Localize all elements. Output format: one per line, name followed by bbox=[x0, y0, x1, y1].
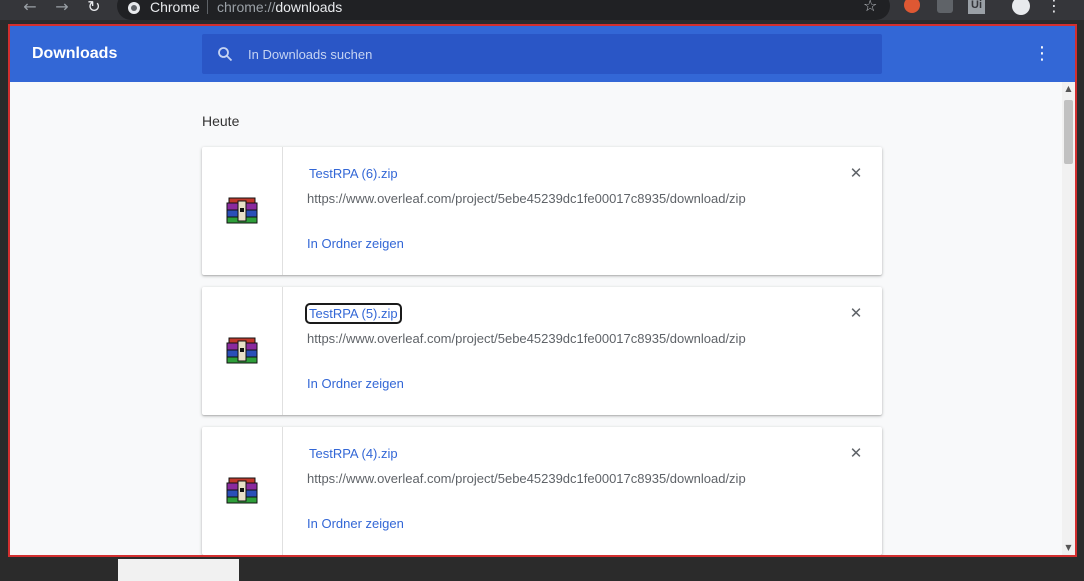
download-source-url: https://www.overleaf.com/project/5ebe452… bbox=[307, 471, 746, 486]
remove-download-close-icon[interactable]: ✕ bbox=[846, 303, 866, 323]
address-bar-app-label: Chrome bbox=[150, 0, 200, 15]
back-arrow-icon[interactable]: ← bbox=[19, 0, 41, 18]
remove-download-close-icon[interactable]: ✕ bbox=[846, 163, 866, 183]
download-source-url: https://www.overleaf.com/project/5ebe452… bbox=[307, 331, 746, 346]
vertical-scrollbar[interactable]: ▲ ▼ bbox=[1062, 82, 1075, 555]
search-box[interactable] bbox=[202, 34, 882, 74]
bookmark-star-icon[interactable]: ☆ bbox=[863, 0, 877, 15]
scrollbar-thumb[interactable] bbox=[1064, 100, 1073, 164]
address-bar-url[interactable]: chrome://downloads bbox=[217, 0, 342, 15]
file-icon-column bbox=[202, 427, 283, 555]
background-window-edge bbox=[118, 559, 239, 581]
show-in-folder-link[interactable]: In Ordner zeigen bbox=[307, 376, 404, 391]
ui-extension-icon[interactable]: Ui bbox=[968, 0, 985, 14]
duckduckgo-extension-icon[interactable] bbox=[904, 0, 920, 13]
more-options-icon[interactable]: ⋮ bbox=[1032, 42, 1052, 66]
download-item: TestRPA (6).zip https://www.overleaf.com… bbox=[202, 147, 882, 275]
address-bar-separator bbox=[207, 0, 208, 14]
reload-icon[interactable]: ↻ bbox=[83, 0, 105, 18]
url-scheme: chrome:// bbox=[217, 0, 276, 15]
url-path: downloads bbox=[275, 0, 343, 15]
profile-avatar-icon[interactable] bbox=[1012, 0, 1030, 15]
file-icon-column bbox=[202, 147, 283, 275]
remove-download-close-icon[interactable]: ✕ bbox=[846, 443, 866, 463]
downloads-page: Downloads ⋮ Heute Tes bbox=[8, 24, 1077, 557]
browser-menu-icon[interactable]: ⋮ bbox=[1046, 0, 1062, 15]
search-icon bbox=[218, 47, 233, 62]
show-in-folder-link[interactable]: In Ordner zeigen bbox=[307, 236, 404, 251]
downloads-list: Heute TestRPA (6).zip https://www.overle… bbox=[10, 82, 1075, 555]
download-item: TestRPA (5).zip https://www.overleaf.com… bbox=[202, 287, 882, 415]
search-input[interactable] bbox=[246, 34, 866, 74]
shield-extension-icon[interactable] bbox=[937, 0, 953, 13]
download-source-url: https://www.overleaf.com/project/5ebe452… bbox=[307, 191, 746, 206]
scroll-up-arrow-icon[interactable]: ▲ bbox=[1062, 82, 1075, 96]
show-in-folder-link[interactable]: In Ordner zeigen bbox=[307, 516, 404, 531]
forward-arrow-icon[interactable]: → bbox=[51, 0, 73, 18]
address-bar[interactable]: Chrome chrome://downloads ☆ bbox=[117, 0, 890, 20]
browser-toolbar: ← → ↻ Chrome chrome://downloads ☆ Ui ⋮ bbox=[0, 0, 1084, 20]
download-filename-link[interactable]: TestRPA (6).zip bbox=[307, 165, 400, 182]
download-filename-link[interactable]: TestRPA (5).zip bbox=[305, 303, 402, 324]
archive-file-icon bbox=[226, 197, 258, 224]
archive-file-icon bbox=[226, 477, 258, 504]
page-title: Downloads bbox=[32, 45, 118, 62]
archive-file-icon bbox=[226, 337, 258, 364]
download-filename-link[interactable]: TestRPA (4).zip bbox=[307, 445, 400, 462]
date-heading: Heute bbox=[202, 113, 240, 129]
file-icon-column bbox=[202, 287, 283, 415]
downloads-toolbar: Downloads ⋮ bbox=[10, 26, 1075, 82]
scroll-down-arrow-icon[interactable]: ▼ bbox=[1062, 541, 1075, 555]
download-item: TestRPA (4).zip https://www.overleaf.com… bbox=[202, 427, 882, 555]
chrome-logo-icon bbox=[128, 2, 140, 14]
